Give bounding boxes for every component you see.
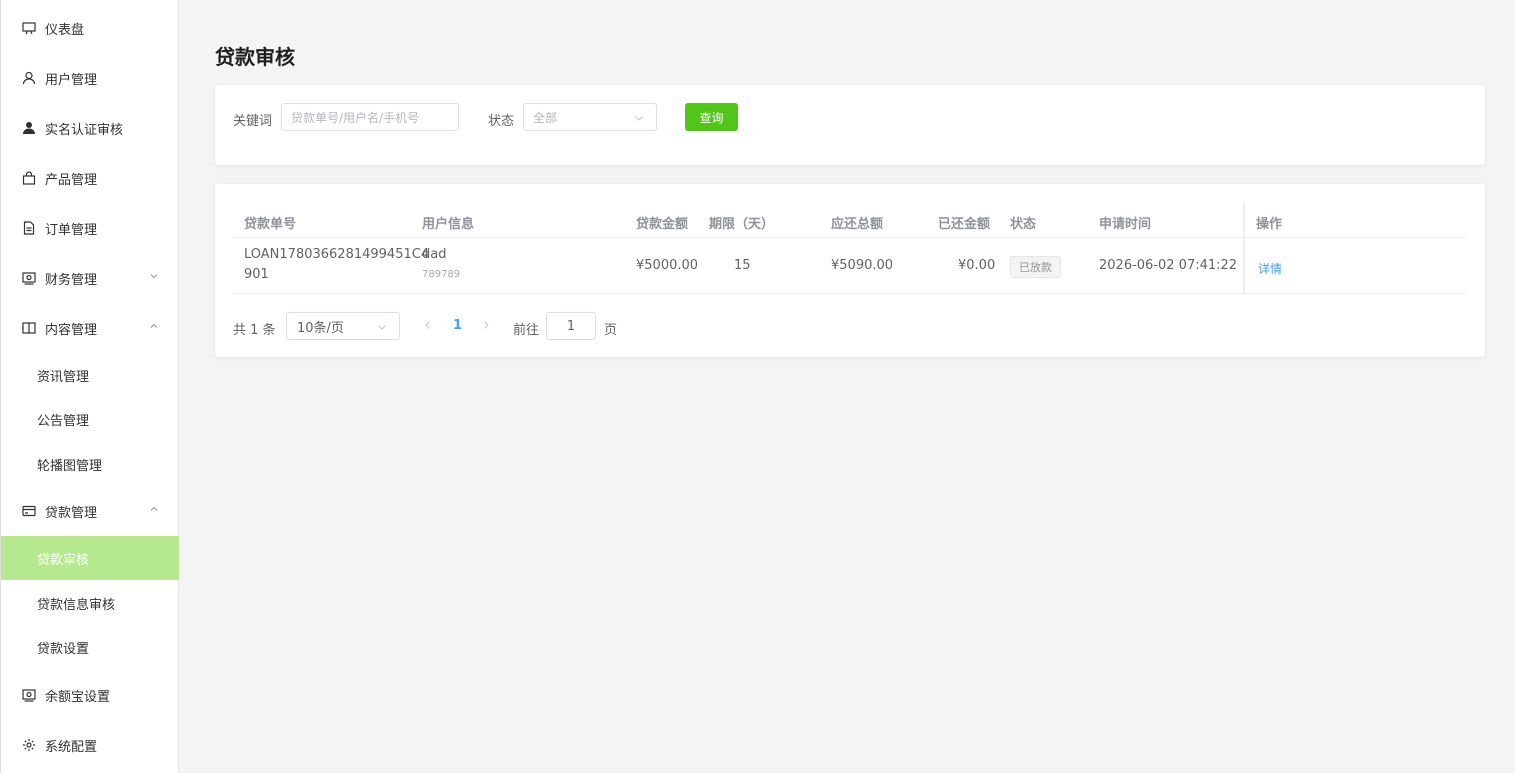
sidebar-item-dashboard[interactable]: 仪表盘	[1, 6, 179, 50]
keyword-placeholder: 贷款单号/用户名/手机号	[291, 110, 420, 125]
sidebar-item-label: 仪表盘	[45, 22, 85, 38]
money-icon	[22, 271, 36, 285]
loan-number-line2: 901	[244, 267, 269, 282]
document-icon	[22, 221, 36, 235]
sidebar-item-yuebao[interactable]: 余额宝设置	[1, 673, 179, 717]
sidebar-subitem-carousel[interactable]: 轮播图管理	[1, 442, 179, 486]
sidebar-item-realname[interactable]: 实名认证审核	[1, 106, 179, 150]
page-number-current[interactable]: 1	[453, 318, 462, 333]
repaid-amount: ¥0.00	[958, 258, 996, 273]
loan-number-line1: LOAN1780366281499451C4	[244, 247, 430, 262]
sidebar-subitem-loan-settings[interactable]: 贷款设置	[1, 625, 179, 669]
user-phone: 789789	[422, 269, 461, 280]
status-select[interactable]: 全部	[523, 103, 657, 131]
header-divider	[233, 237, 1467, 238]
column-header: 用户信息	[422, 217, 475, 232]
credit-card-icon	[22, 504, 36, 518]
chevron-up-icon	[150, 323, 158, 328]
loan-table: 贷款单号 用户信息 贷款金额 期限（天） 应还总额 已还金额 状态 申请时间 操…	[215, 184, 1485, 357]
chevron-down-icon	[635, 116, 643, 121]
sidebar-subitem-announcements[interactable]: 公告管理	[1, 397, 179, 441]
sidebar-subitem-news[interactable]: 资讯管理	[1, 353, 179, 397]
goto-page-input[interactable]: 1	[546, 312, 596, 340]
status-badge: 已放款	[1010, 256, 1061, 278]
money-icon	[22, 688, 36, 702]
query-button[interactable]: 查询	[685, 103, 738, 131]
sidebar-item-products[interactable]: 产品管理	[1, 156, 179, 200]
column-header: 操作	[1256, 217, 1283, 232]
keyword-input[interactable]: 贷款单号/用户名/手机号	[281, 103, 459, 131]
sidebar-item-label: 产品管理	[45, 172, 98, 188]
sidebar-item-label: 余额宝设置	[45, 689, 111, 705]
sidebar-item-system[interactable]: 系统配置	[1, 723, 179, 767]
prev-page-icon[interactable]	[423, 319, 433, 331]
column-header: 状态	[1010, 217, 1037, 232]
goto-label: 前往	[513, 323, 540, 338]
column-header: 贷款金额	[636, 217, 689, 232]
bag-icon	[22, 171, 36, 185]
gear-icon	[22, 738, 36, 752]
detail-link[interactable]: 详情	[1258, 260, 1282, 277]
loan-amount: ¥5000.00	[636, 258, 699, 273]
page-title: 贷款审核	[215, 45, 295, 69]
user-solid-icon	[22, 121, 36, 135]
sidebar-item-label: 内容管理	[45, 322, 98, 338]
column-header: 应还总额	[831, 217, 884, 232]
sidebar-subitem-loan-info-review[interactable]: 贷款信息审核	[1, 581, 179, 625]
sidebar-subitem-loan-review[interactable]: 贷款审核	[1, 536, 179, 580]
total-due: ¥5090.00	[831, 258, 894, 273]
column-header: 已还金额	[938, 217, 991, 232]
pagination-total: 共 1 条	[233, 323, 276, 338]
user-name: dad	[422, 247, 447, 262]
sidebar-item-label: 订单管理	[45, 222, 98, 238]
keyword-label: 关键词	[233, 114, 273, 129]
row-divider	[233, 293, 1467, 294]
sidebar-item-label: 用户管理	[45, 72, 98, 88]
apply-time: 2026-06-02 07:41:22	[1099, 258, 1238, 273]
column-header: 期限（天）	[709, 217, 775, 232]
sidebar-item-orders[interactable]: 订单管理	[1, 206, 179, 250]
sidebar-item-label: 实名认证审核	[45, 122, 124, 138]
sidebar-item-finance[interactable]: 财务管理	[1, 256, 179, 300]
filter-panel: 关键词 贷款单号/用户名/手机号 状态 全部 查询	[215, 85, 1485, 165]
page-size-value: 10条/页	[297, 320, 344, 336]
sidebar-item-loans[interactable]: 贷款管理	[1, 489, 179, 533]
page-suffix-label: 页	[604, 323, 618, 338]
sidebar-item-users[interactable]: 用户管理	[1, 56, 179, 100]
sidebar: 仪表盘 用户管理 实名认证审核 产品管理 订单管理 财务管理 内容管理 资讯管理…	[0, 0, 179, 773]
loan-term: 15	[734, 258, 751, 273]
column-header: 申请时间	[1099, 217, 1152, 232]
status-label: 状态	[488, 114, 515, 129]
book-icon	[22, 321, 36, 335]
sidebar-item-label: 财务管理	[45, 272, 98, 288]
sidebar-item-content[interactable]: 内容管理	[1, 306, 179, 350]
column-header: 贷款单号	[244, 217, 297, 232]
user-icon	[22, 71, 36, 85]
page-size-select[interactable]: 10条/页	[286, 312, 400, 340]
chevron-up-icon	[150, 506, 158, 511]
chevron-down-icon	[378, 325, 386, 330]
chevron-down-icon	[150, 274, 158, 279]
sidebar-item-label: 系统配置	[45, 739, 98, 755]
monitor-icon	[22, 21, 36, 35]
fixed-column-divider	[1243, 202, 1245, 294]
sidebar-item-label: 贷款管理	[45, 505, 98, 521]
next-page-icon[interactable]	[481, 319, 491, 331]
status-select-value: 全部	[533, 110, 558, 125]
